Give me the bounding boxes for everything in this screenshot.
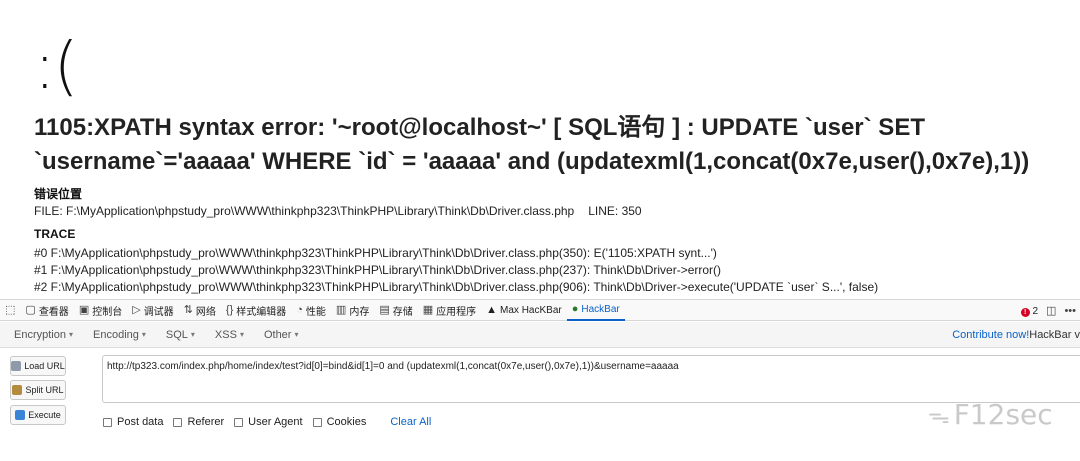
user-agent-checkbox[interactable]: [234, 417, 244, 427]
tab-performance[interactable]: ◔ 性能: [291, 299, 331, 321]
watermark: ᯓ F12sec: [928, 398, 1053, 431]
option-label: Post data: [117, 416, 164, 428]
tab-label: 样式编辑器: [236, 306, 287, 318]
trace-title: TRACE: [34, 227, 76, 241]
tab-hackbar[interactable]: ● HackBar: [566, 299, 625, 321]
console-icon: ▣: [78, 303, 90, 316]
hackbar-menu-bar: Encryption ▾ Encoding ▾ SQL ▾ XSS ▾ Other ▾ C…: [0, 322, 1080, 348]
post-data-checkbox[interactable]: [103, 417, 112, 427]
tab-network[interactable]: ⇅ 网络: [179, 299, 221, 321]
devtools-tab-bar: ⬚ ▢ 查看器 ▣ 控制台 ▷ 调试器 ⇅ 网络 {} 样式编辑器 ◔ 性能 ▥…: [0, 299, 1080, 321]
option-label: Referer: [187, 416, 225, 428]
tab-label: 性能: [305, 306, 326, 318]
element-picker-icon: ⬚: [5, 303, 16, 316]
tab-label: 控制台: [92, 306, 123, 318]
trace-line: #1 F:\MyApplication\phpstudy_pro\WWW\thi…: [34, 263, 722, 277]
element-picker-button[interactable]: ⬚: [0, 299, 20, 321]
tab-label: 查看器: [38, 306, 69, 318]
inspector-icon: ▢: [25, 303, 36, 316]
storage-icon: ▤: [379, 303, 390, 316]
error-count[interactable]: ! 2: [1020, 305, 1039, 317]
execute-button[interactable]: Execute: [10, 405, 66, 425]
memory-icon: ▥: [335, 303, 347, 316]
menu-other[interactable]: Other ▾: [250, 322, 305, 348]
menu-label: Other: [263, 328, 292, 341]
menu-label: XSS: [214, 328, 237, 341]
tab-storage[interactable]: ▤ 存储: [374, 299, 417, 321]
button-label: Split URL: [25, 385, 64, 395]
performance-icon: ◔: [296, 303, 303, 316]
load-url-icon: [11, 361, 22, 371]
referer-checkbox[interactable]: [173, 417, 183, 427]
menu-xss[interactable]: XSS ▾: [201, 322, 250, 348]
tab-style-editor[interactable]: {} 样式编辑器: [221, 299, 291, 321]
application-icon: ▦: [422, 303, 434, 316]
style-editor-icon: {}: [225, 303, 234, 316]
menu-encryption[interactable]: Encryption ▾: [0, 322, 79, 348]
tab-label: 网络: [195, 306, 216, 318]
trace-line: #2 F:\MyApplication\phpstudy_pro\WWW\thi…: [34, 280, 879, 294]
trace-line: #0 F:\MyApplication\phpstudy_pro\WWW\thi…: [34, 246, 717, 260]
tab-label: 内存: [349, 306, 370, 318]
referer-option[interactable]: Referer: [173, 416, 224, 428]
hackbar-version-label: HackBar v: [1029, 329, 1080, 341]
option-label: Cookies: [326, 416, 367, 428]
menu-sql[interactable]: SQL ▾: [152, 322, 201, 348]
caret-down-icon: ▾: [190, 330, 195, 339]
menu-label: SQL: [165, 328, 188, 341]
tab-label: Max HacKBar: [500, 304, 562, 316]
dock-icon[interactable]: ◫: [1046, 305, 1056, 317]
network-icon: ⇅: [183, 303, 193, 316]
tab-inspector[interactable]: ▢ 查看器: [20, 299, 73, 321]
caret-down-icon: ▾: [141, 330, 146, 339]
menu-label: Encoding: [93, 328, 139, 341]
error-file-line: FILE: F:\MyApplication\phpstudy_pro\WWW\…: [34, 204, 642, 218]
contribute-link[interactable]: Contribute now!: [952, 329, 1029, 341]
caret-down-icon: ▾: [239, 330, 244, 339]
menu-encoding[interactable]: Encoding ▾: [79, 322, 152, 348]
hackbar-options-row: Post data Referer User Agent Cookies Cle…: [103, 416, 431, 428]
contribute-area: Contribute now! HackBar v: [952, 322, 1080, 348]
clear-all-link[interactable]: Clear All: [390, 416, 431, 428]
debugger-icon: ▷: [132, 303, 141, 316]
tab-console[interactable]: ▣ 控制台: [74, 299, 127, 321]
tab-label: HackBar: [581, 303, 620, 315]
error-line-number: LINE: 350: [588, 204, 642, 218]
url-textarea[interactable]: http://tp323.com/index.php/home/index/te…: [102, 355, 1080, 403]
error-count-value: 2: [1032, 305, 1039, 317]
error-icon: !: [1020, 307, 1030, 317]
error-message: 1105:XPATH syntax error: '~root@localhos…: [34, 114, 1030, 175]
hackbar-icon: ●: [571, 302, 579, 315]
menu-label: Encryption: [14, 328, 66, 341]
post-data-option[interactable]: Post data: [103, 416, 163, 428]
caret-down-icon: ▾: [294, 330, 299, 339]
tab-label: 应用程序: [436, 306, 477, 318]
cookies-checkbox[interactable]: [312, 417, 322, 427]
tab-max-hackbar[interactable]: ▲ Max HacKBar: [481, 299, 567, 321]
tab-label: 调试器: [143, 306, 174, 318]
execute-icon: [15, 410, 26, 420]
user-agent-option[interactable]: User Agent: [234, 416, 303, 428]
load-url-button[interactable]: Load URL: [10, 356, 66, 376]
cookies-option[interactable]: Cookies: [312, 416, 367, 428]
caret-down-icon: ▾: [68, 330, 73, 339]
sad-face: :(: [34, 30, 79, 104]
error-location-title: 错误位置: [34, 187, 83, 201]
tab-application[interactable]: ▦ 应用程序: [418, 299, 481, 321]
error-file-path: FILE: F:\MyApplication\phpstudy_pro\WWW\…: [34, 204, 575, 218]
option-label: User Agent: [248, 416, 303, 428]
button-label: Load URL: [24, 361, 65, 371]
tab-label: 存储: [392, 306, 413, 318]
devtools-toolbar-right: ! 2 ◫ •••: [1020, 300, 1076, 322]
button-label: Execute: [28, 410, 61, 420]
tab-memory[interactable]: ▥ 内存: [331, 299, 374, 321]
wechat-icon: ᯓ: [928, 403, 950, 429]
tab-debugger[interactable]: ▷ 调试器: [127, 299, 178, 321]
max-hackbar-icon: ▲: [486, 303, 498, 316]
split-url-icon: [12, 385, 23, 395]
more-options-icon[interactable]: •••: [1064, 305, 1076, 317]
split-url-button[interactable]: Split URL: [10, 380, 66, 400]
watermark-text: F12sec: [953, 398, 1053, 431]
